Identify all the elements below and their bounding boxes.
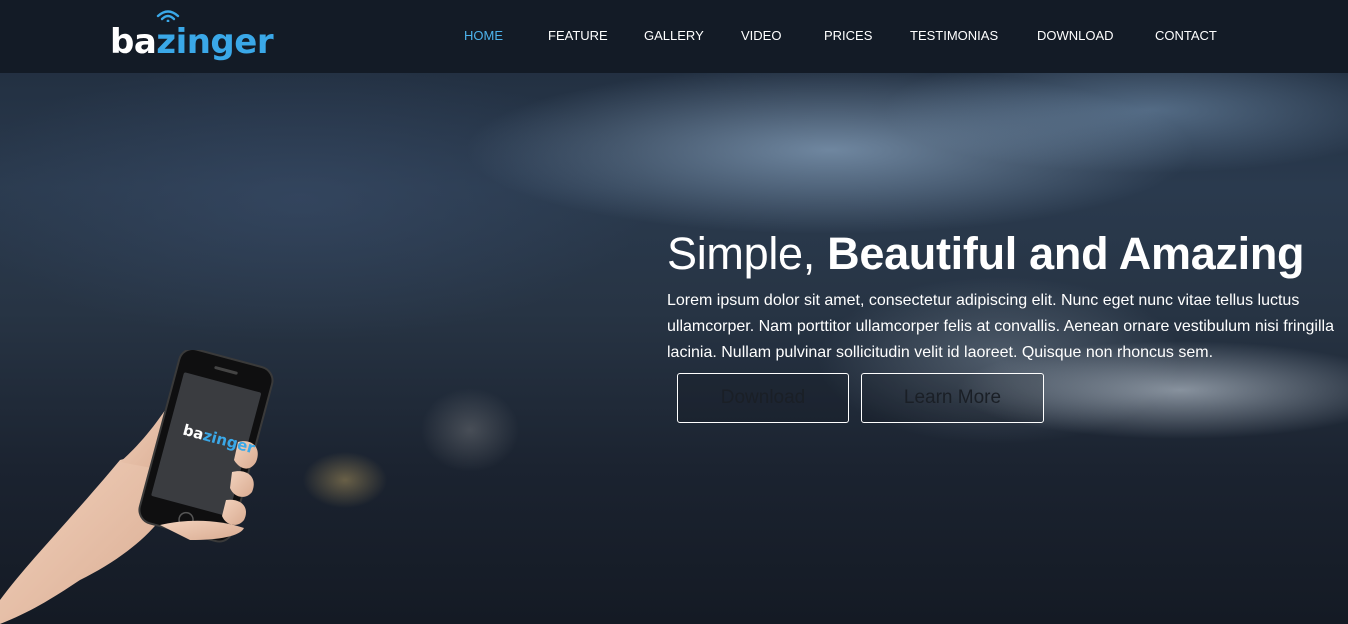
wifi-icon (156, 10, 180, 22)
nav-item-video[interactable]: VIDEO (741, 28, 781, 43)
nav-item-testimonias[interactable]: TESTIMONIAS (910, 28, 998, 43)
download-button[interactable]: Download (677, 373, 849, 423)
phone-in-hand-illustration (0, 350, 274, 624)
hero-title-light: Simple, (667, 228, 815, 279)
hero-title: Simple, Beautiful and Amazing (667, 226, 1337, 282)
navbar: bazinger HOME FEATURE GALLERY VIDEO PRIC… (0, 0, 1348, 73)
hero-description: Lorem ipsum dolor sit amet, consectetur … (667, 292, 1334, 361)
nav-item-feature[interactable]: FEATURE (548, 28, 608, 43)
learn-more-button[interactable]: Learn More (861, 373, 1044, 423)
nav-item-prices[interactable]: PRICES (824, 28, 872, 43)
hero-title-bold: Beautiful and Amazing (827, 228, 1305, 279)
nav-item-home[interactable]: HOME (464, 28, 503, 43)
download-button-label: Download (720, 387, 806, 408)
nav-item-contact[interactable]: CONTACT (1155, 28, 1217, 43)
nav-item-download[interactable]: DOWNLOAD (1037, 28, 1114, 43)
learn-more-button-label: Learn More (903, 387, 1002, 408)
main-nav: HOME FEATURE GALLERY VIDEO PRICES TESTIM… (0, 28, 1348, 46)
nav-item-gallery[interactable]: GALLERY (644, 28, 704, 43)
hero-content: Simple, Beautiful and Amazing Lorem ipsu… (667, 226, 1337, 366)
